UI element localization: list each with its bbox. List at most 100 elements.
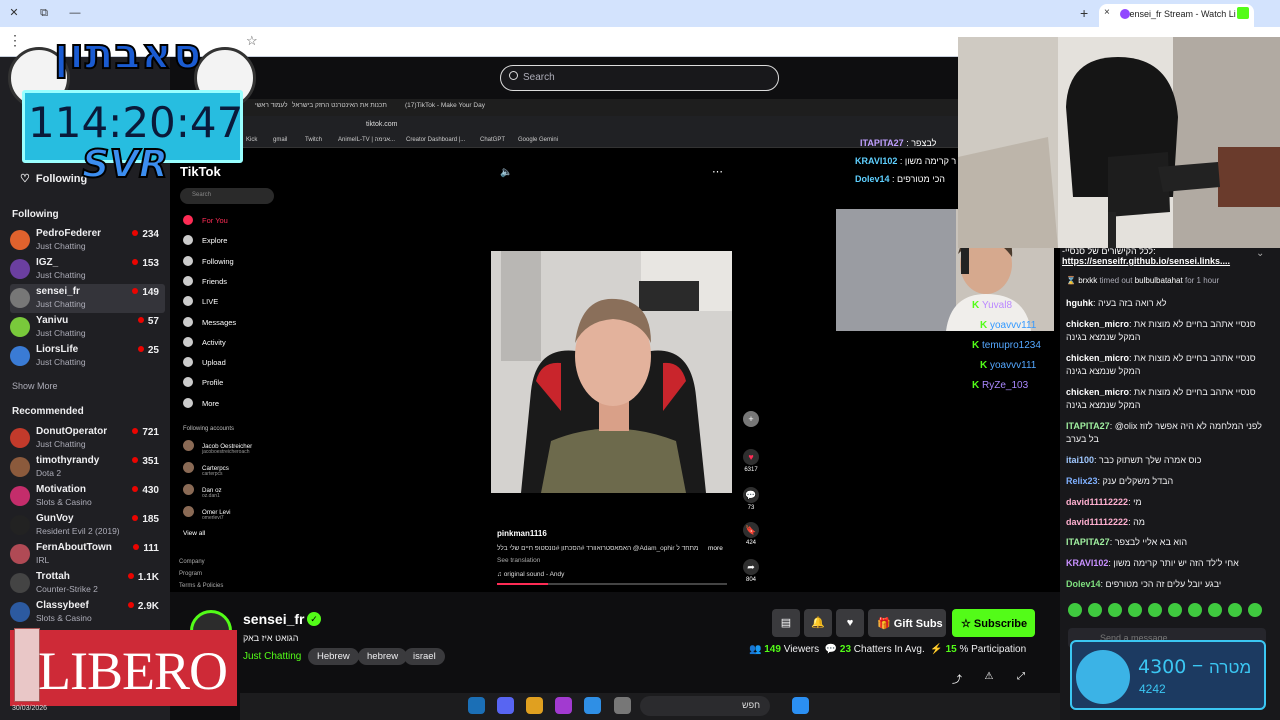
emote-icon[interactable]: [1168, 603, 1182, 617]
chatters-icon: 💬: [824, 644, 840, 655]
tiktok-nav-label: LIVE: [202, 297, 219, 307]
chat-username[interactable]: itai100: [1066, 455, 1094, 465]
notification-bell-button[interactable]: 🔔: [804, 609, 832, 637]
windows-start-icon[interactable]: [792, 697, 809, 714]
chat-username[interactable]: david11112222: [1066, 517, 1128, 527]
tag-hebrew-lower[interactable]: hebrew: [358, 648, 408, 665]
chat-username[interactable]: chicken_micro: [1066, 387, 1129, 397]
sidebar-channel[interactable]: FernAboutTown IRL 111: [10, 540, 165, 569]
stream-category[interactable]: Just Chatting: [243, 651, 301, 662]
bookmark-star-icon[interactable]: ☆: [246, 33, 258, 49]
channel-name: IGZ_: [36, 257, 59, 268]
tag-hebrew[interactable]: Hebrew: [308, 648, 359, 665]
chat-username[interactable]: david11112222: [1066, 497, 1128, 507]
tiktok-nav-item: More: [183, 397, 219, 408]
chat-text: הבדל משקלים ענק: [1102, 476, 1174, 486]
minimize-window-icon[interactable]: —: [67, 6, 83, 20]
sidebar-channel[interactable]: Yanivu Just Chatting 57: [10, 313, 165, 342]
subathon-timer: 114:20:47: [28, 98, 244, 147]
app-icon[interactable]: [555, 697, 572, 714]
following-nav-label[interactable]: ♡ Following: [20, 172, 87, 185]
clip-button[interactable]: ▤: [772, 609, 800, 637]
steam-icon[interactable]: [468, 697, 485, 714]
channel-viewers: 25: [138, 345, 159, 356]
tiktok-nav-icon: [183, 215, 193, 225]
tiktok-action-icon: ♥: [743, 449, 759, 465]
kick-icon: K: [980, 360, 990, 371]
share-icon[interactable]: ⤴: [950, 671, 964, 686]
theatre-mode-icon[interactable]: ⤢: [1014, 671, 1028, 685]
tiktok-video-frame: [491, 251, 732, 493]
timeout-duration: for 1 hour: [1184, 276, 1220, 285]
emote-icon[interactable]: [1248, 603, 1262, 617]
chat-text: מי: [1133, 497, 1142, 507]
chrome-icon[interactable]: [584, 697, 601, 714]
sidebar-channel[interactable]: GunVoy Resident Evil 2 (2019) 185: [10, 511, 165, 540]
chat-username[interactable]: Dolev14: [1066, 579, 1101, 589]
file-explorer-icon[interactable]: [614, 697, 631, 714]
chat-username[interactable]: chicken_micro: [1066, 353, 1129, 363]
kick-icon: K: [972, 380, 982, 391]
tab-close-icon[interactable]: ×: [1104, 7, 1110, 18]
chat-username[interactable]: ITAPITA27: [1066, 421, 1110, 431]
chat-username[interactable]: hguhk: [1066, 298, 1093, 308]
tiktok-action: ♥ 6317: [741, 449, 761, 473]
chat-username[interactable]: chicken_micro: [1066, 319, 1129, 329]
kick-extension-icon[interactable]: [1237, 7, 1249, 19]
channel-avatar: [10, 573, 30, 593]
emote-icon[interactable]: [1208, 603, 1222, 617]
chat-username[interactable]: ITAPITA27: [1066, 537, 1110, 547]
emote-icon[interactable]: [1228, 603, 1242, 617]
sidebar-channel[interactable]: LiorsLife Just Chatting 25: [10, 342, 165, 371]
emote-icon[interactable]: [1188, 603, 1202, 617]
emote-icon[interactable]: [1128, 603, 1142, 617]
bookmark-item: ChatGPT: [480, 137, 506, 143]
new-tab-button[interactable]: +: [1080, 5, 1088, 21]
account-avatar: [183, 484, 194, 495]
pinned-link[interactable]: https://senseifr.github.io/sensei.links.…: [1062, 256, 1230, 266]
tag-israel[interactable]: israel: [404, 648, 445, 665]
tiktok-sidebar: For You Explore Following Friends LIVE Messag…: [176, 150, 276, 590]
overlay-chat-text: לבצפר: [911, 138, 937, 148]
sidebar-channel[interactable]: Trottah Counter-Strike 2 1.1K: [10, 569, 165, 598]
sidebar-channel[interactable]: Classybeef Slots & Casino 2.9K: [10, 598, 165, 627]
taskbar-search[interactable]: חפש: [640, 696, 770, 716]
report-icon[interactable]: ⚠: [982, 671, 996, 685]
emote-icon[interactable]: [1148, 603, 1162, 617]
sidebar-channel[interactable]: Motivation Slots & Casino 430: [10, 482, 165, 511]
show-more-link[interactable]: Show More: [12, 381, 58, 391]
gift-subs-button[interactable]: 🎁 Gift Subs: [868, 609, 946, 637]
bookmark-item: Kick: [246, 137, 258, 143]
obs-icon[interactable]: [526, 697, 543, 714]
tiktok-nav-label: Activity: [202, 337, 226, 347]
pinned-collapse-icon[interactable]: ⌄: [1256, 248, 1264, 259]
bookmark-item: Google Gemini: [518, 137, 559, 143]
subscribe-button[interactable]: ☆ Subscribe: [952, 609, 1035, 637]
sidebar-channel[interactable]: timothyrandy Dota 2 351: [10, 453, 165, 482]
chat-username[interactable]: KRAVI102: [1066, 558, 1108, 568]
tiktok-nav-item: Activity: [183, 336, 226, 347]
sidebar-channel[interactable]: sensei_fr Just Chatting 149: [10, 284, 165, 313]
browser-menu-icon[interactable]: ⋮: [8, 32, 22, 49]
sidebar-channel[interactable]: PedroFederer Just Chatting 234: [10, 226, 165, 255]
tiktok-action: 💬 73: [741, 487, 761, 511]
follow-heart-button[interactable]: ♥: [836, 609, 864, 637]
streamer-name[interactable]: sensei_fr: [243, 611, 304, 627]
chat-username[interactable]: Relix23: [1066, 476, 1098, 486]
restore-window-icon[interactable]: ⧉: [36, 6, 52, 20]
webcam-room-illustration: [958, 37, 1280, 248]
emote-icon[interactable]: [1068, 603, 1082, 617]
emote-icon[interactable]: [1108, 603, 1122, 617]
view-all-link: View all: [183, 530, 206, 537]
chat-message: hguhk: לא רואה בזה בעיה: [1066, 297, 1274, 310]
close-window-icon[interactable]: ✕: [6, 6, 22, 20]
search-input[interactable]: Search: [500, 65, 779, 91]
emote-bar: [1068, 603, 1268, 619]
sidebar-channel[interactable]: IGZ_ Just Chatting 153: [10, 255, 165, 284]
channel-name: PedroFederer: [36, 228, 102, 239]
stream-stats: 👥 149 Viewers 💬 23 Chatters In Avg. ⚡ 15…: [749, 644, 1026, 655]
goal-dash: −: [1192, 656, 1204, 677]
sidebar-channel[interactable]: DonutOperator Just Chatting 721: [10, 424, 165, 453]
emote-icon[interactable]: [1088, 603, 1102, 617]
discord-icon[interactable]: [497, 697, 514, 714]
